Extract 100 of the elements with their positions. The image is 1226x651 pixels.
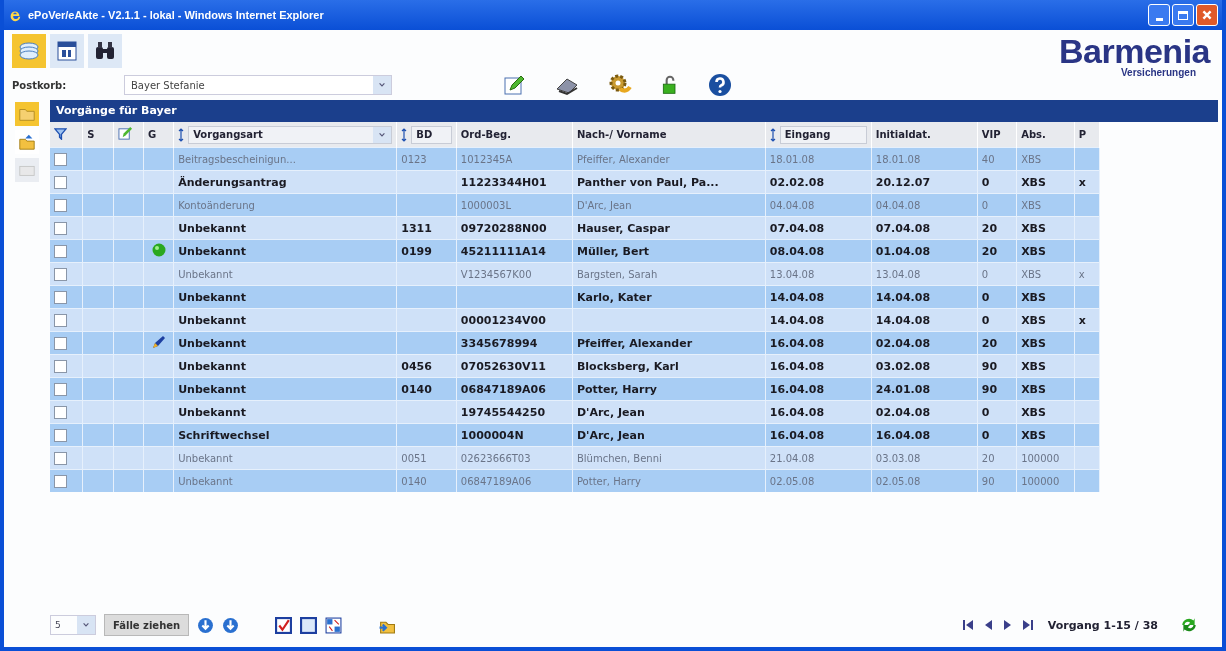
table-cell: XBS xyxy=(1021,199,1042,211)
table-cell: x xyxy=(1078,313,1086,327)
first-page-icon[interactable] xyxy=(961,619,974,631)
row-checkbox[interactable] xyxy=(54,359,67,373)
table-cell: 45211111A14 xyxy=(460,244,546,258)
table-cell: XBS xyxy=(1021,268,1042,280)
row-checkbox[interactable] xyxy=(54,313,67,327)
table-cell: 0051 xyxy=(401,452,427,464)
table-cell: XBS xyxy=(1021,405,1046,419)
table-cell: 16.04.08 xyxy=(875,428,931,442)
table-cell: x xyxy=(1078,268,1085,280)
last-page-icon[interactable] xyxy=(1021,619,1034,631)
edit-icon[interactable] xyxy=(502,73,526,97)
row-checkbox[interactable] xyxy=(54,198,67,212)
download-icon[interactable] xyxy=(222,616,240,634)
table-cell: 02.04.08 xyxy=(875,405,931,419)
check-all-icon[interactable] xyxy=(275,616,293,634)
column-header: Nach-/ Vorname xyxy=(576,129,667,140)
table-cell: Unbekannt xyxy=(178,405,246,419)
table-cell: 0456 xyxy=(401,359,432,373)
close-button[interactable] xyxy=(1196,4,1218,26)
table-cell: 06847189A06 xyxy=(460,382,546,396)
table-cell: XBS xyxy=(1021,359,1046,373)
table-cell: 04.04.08 xyxy=(875,199,921,211)
table-cell: 0 xyxy=(981,175,990,189)
table-cell: Unbekannt xyxy=(178,244,246,258)
table-cell: Panther von Paul, Pa... xyxy=(576,175,719,189)
page-size-dropdown[interactable]: 5 xyxy=(50,615,96,635)
table-cell: 21.04.08 xyxy=(769,452,815,464)
table-cell: 20 xyxy=(981,221,998,235)
table-cell: 20.12.07 xyxy=(875,175,931,189)
table-cell: 90 xyxy=(981,359,998,373)
caret-icon xyxy=(82,621,90,629)
table-cell: Unbekannt xyxy=(178,475,233,487)
sort-icon[interactable] xyxy=(401,127,408,142)
sortable-column-header[interactable]: BD xyxy=(411,125,452,144)
row-checkbox[interactable] xyxy=(54,175,67,189)
table-cell: 0199 xyxy=(401,244,432,258)
table-cell: 18.01.08 xyxy=(769,153,815,165)
pen-icon xyxy=(151,334,166,349)
uncheck-all-icon[interactable] xyxy=(300,616,318,634)
close-icon xyxy=(1201,9,1213,21)
table-cell: 03.03.08 xyxy=(875,452,921,464)
invert-selection-icon[interactable] xyxy=(325,616,343,634)
row-checkbox[interactable] xyxy=(54,221,67,235)
download-icon[interactable] xyxy=(197,616,215,634)
row-checkbox[interactable] xyxy=(54,336,67,350)
table-cell: 02.02.08 xyxy=(769,175,825,189)
table-cell: 07052630V11 xyxy=(460,359,546,373)
table-cell: Unbekannt xyxy=(178,336,246,350)
minimize-button[interactable] xyxy=(1148,4,1170,26)
sort-icon[interactable] xyxy=(769,127,776,142)
sortable-column-header[interactable]: Eingang xyxy=(779,125,867,144)
table-cell: 0140 xyxy=(401,382,432,396)
table-cell: Pfeiffer, Alexander xyxy=(576,336,693,350)
table-cell: x xyxy=(1078,175,1086,189)
table-cell: 1000004N xyxy=(460,428,524,442)
row-checkbox[interactable] xyxy=(54,474,67,488)
table-cell: Potter, Harry xyxy=(576,382,657,396)
table-cell: Unbekannt xyxy=(178,290,246,304)
table-cell: Potter, Harry xyxy=(576,475,641,487)
table-cell: Karlo, Kater xyxy=(576,290,652,304)
binoculars-icon[interactable] xyxy=(88,34,122,68)
calendar-icon[interactable] xyxy=(50,34,84,68)
row-checkbox[interactable] xyxy=(54,451,67,465)
table-cell: XBS xyxy=(1021,175,1046,189)
table-cell: 16.04.08 xyxy=(769,382,825,396)
row-checkbox[interactable] xyxy=(54,267,67,281)
table-cell: 14.04.08 xyxy=(875,290,931,304)
table-cell: 0 xyxy=(981,290,990,304)
table-cell: 16.04.08 xyxy=(769,428,825,442)
table-cell: 00001234V00 xyxy=(460,313,546,327)
status-dot-icon xyxy=(151,242,166,257)
table-cell: 07.04.08 xyxy=(769,221,825,235)
row-checkbox[interactable] xyxy=(54,428,67,442)
table-cell: Unbekannt xyxy=(178,268,233,280)
sort-icon[interactable] xyxy=(178,127,185,142)
row-checkbox[interactable] xyxy=(54,382,67,396)
row-checkbox[interactable] xyxy=(54,405,67,419)
table-cell: Unbekannt xyxy=(178,359,246,373)
table-cell: 02623666T03 xyxy=(460,452,531,464)
logo-subtitle: Versicherungen xyxy=(1120,68,1196,78)
column-filter-dropdown[interactable]: Vorgangsart xyxy=(188,125,393,144)
row-checkbox[interactable] xyxy=(54,290,67,304)
refresh-icon[interactable] xyxy=(1180,616,1198,634)
maximize-button[interactable] xyxy=(1172,4,1194,26)
window-title: ePoVer/eAkte - V2.1.1 - lokal - Windows Internet Explorer xyxy=(28,9,324,21)
row-checkbox[interactable] xyxy=(54,152,67,166)
table-cell: 24.01.08 xyxy=(875,382,931,396)
filter-icon[interactable] xyxy=(54,127,67,140)
help-icon[interactable] xyxy=(708,73,732,97)
table-cell: XBS xyxy=(1021,221,1046,235)
table-cell: 16.04.08 xyxy=(769,405,825,419)
table-cell: Blümchen, Benni xyxy=(576,452,662,464)
column-header: Abs. xyxy=(1021,129,1046,140)
postkorb-dropdown[interactable]: Bayer Stefanie xyxy=(124,75,392,95)
pull-cases-button[interactable]: Fälle ziehen xyxy=(104,614,190,636)
table-cell: 02.05.08 xyxy=(769,475,815,487)
row-checkbox[interactable] xyxy=(54,244,67,258)
panel-title: Vorgänge für Bayer xyxy=(50,100,1218,122)
